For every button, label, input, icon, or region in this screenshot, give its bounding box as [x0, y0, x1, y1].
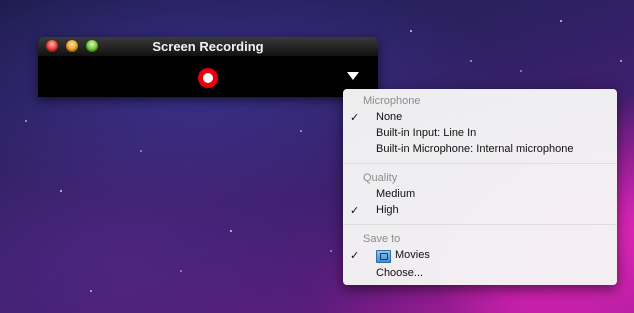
title-bar[interactable]: Screen Recording [38, 37, 378, 56]
window-title: Screen Recording [152, 39, 264, 54]
menu-item-quality-high[interactable]: ✓ High [343, 204, 617, 220]
options-dropdown-button[interactable] [347, 72, 359, 82]
menu-item-mic-internal[interactable]: Built-in Microphone: Internal microphone [343, 143, 617, 159]
menu-item-quality-medium[interactable]: Medium [343, 188, 617, 204]
menu-item-choose[interactable]: Choose... [343, 267, 617, 283]
menu-item-label: Choose... [376, 267, 424, 279]
options-menu: Microphone ✓ None Built-in Input: Line I… [343, 89, 617, 285]
menu-item-label: Built-in Microphone: Internal microphone [376, 143, 574, 155]
menu-separator [343, 163, 617, 164]
record-icon [203, 73, 213, 83]
menu-header-quality: Quality [363, 172, 398, 184]
movies-folder-icon [376, 250, 391, 263]
menu-item-label: Movies [395, 249, 430, 261]
screen-recording-window: Screen Recording [38, 37, 378, 97]
checkmark-icon: ✓ [350, 250, 360, 262]
menu-item-mic-line-in[interactable]: Built-in Input: Line In [343, 127, 617, 143]
menu-item-label: High [376, 204, 399, 216]
menu-separator [343, 224, 617, 225]
menu-header-microphone: Microphone [363, 95, 421, 107]
menu-item-label: None [376, 111, 403, 123]
record-button[interactable] [198, 68, 218, 88]
checkmark-icon: ✓ [350, 205, 360, 217]
checkmark-icon: ✓ [350, 112, 360, 124]
menu-header-save-to: Save to [363, 233, 401, 245]
menu-item-mic-none[interactable]: ✓ None [343, 111, 617, 127]
menu-item-label: Built-in Input: Line In [376, 127, 477, 139]
menu-item-label: Medium [376, 188, 416, 200]
triangle-down-icon [347, 72, 359, 80]
menu-item-save-movies[interactable]: ✓ Movies [343, 249, 617, 265]
